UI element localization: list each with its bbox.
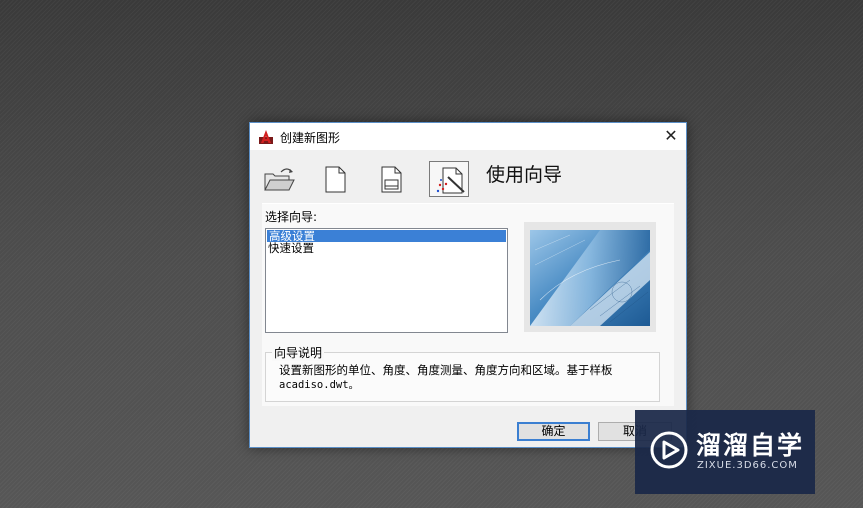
- wizard-description-text: 设置新图形的单位、角度、角度测量、角度方向和区域。基于样板: [279, 363, 613, 377]
- open-drawing-button[interactable]: [258, 161, 298, 197]
- create-new-drawing-dialog: 创建新图形 ✕ 使用向导 选择向导: 高级设置 快速设置 向导说明 设置新图形的…: [249, 122, 687, 448]
- ok-button[interactable]: 确定: [517, 422, 590, 441]
- wizard-list[interactable]: 高级设置 快速设置: [265, 228, 508, 333]
- use-wizard-button[interactable]: [429, 161, 469, 197]
- wizard-description-label: 向导说明: [272, 344, 325, 361]
- play-logo-icon: [649, 430, 689, 470]
- dialog-titlebar[interactable]: 创建新图形 ✕: [250, 123, 686, 150]
- watermark-url: ZIXUE.3D66.COM: [697, 460, 798, 471]
- blueprint-preview-image: [530, 230, 650, 326]
- list-item-quick-setup[interactable]: 快速设置: [266, 242, 507, 254]
- wizard-panel: 选择向导: 高级设置 快速设置 向导说明 设置新图形的单位、角度、角度测量、角度…: [262, 203, 674, 406]
- wizard-description-template: acadiso.dwt。: [279, 379, 360, 391]
- start-from-scratch-button[interactable]: [314, 161, 354, 197]
- preview-frame: [524, 222, 656, 332]
- select-wizard-label: 选择向导:: [265, 210, 318, 224]
- close-button[interactable]: ✕: [656, 123, 686, 150]
- use-template-button[interactable]: [370, 161, 410, 197]
- autocad-app-icon: [258, 129, 274, 145]
- mode-title: 使用向导: [486, 164, 563, 186]
- site-watermark: 溜溜自学 ZIXUE.3D66.COM: [635, 410, 815, 494]
- wizard-description-group: 向导说明 设置新图形的单位、角度、角度测量、角度方向和区域。基于样板 acadi…: [265, 344, 660, 402]
- watermark-name: 溜溜自学: [696, 431, 805, 460]
- dialog-title: 创建新图形: [280, 131, 341, 145]
